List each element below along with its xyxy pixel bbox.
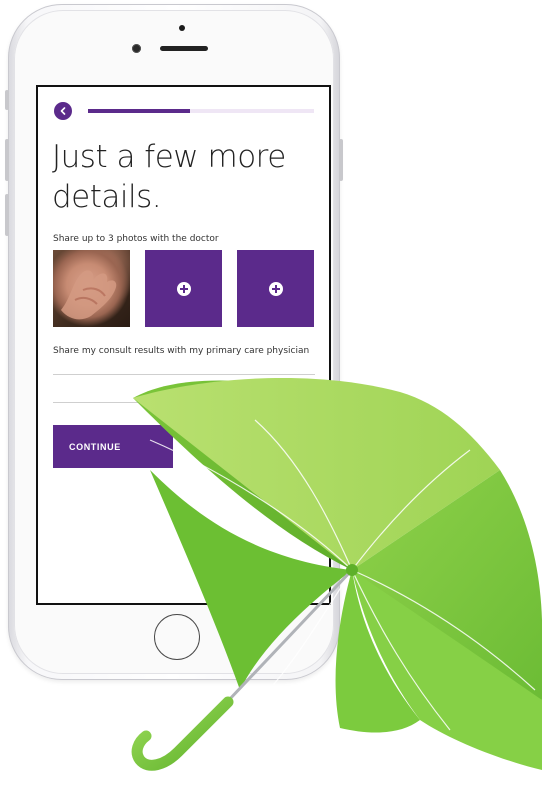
phone-power-button: [339, 139, 343, 181]
page-title: Just a few more details.: [52, 137, 312, 217]
earpiece-speaker: [160, 46, 208, 51]
add-photo-button-2[interactable]: [237, 250, 314, 327]
hand-image: [61, 270, 117, 320]
phone-screen: Just a few more details. Share up to 3 p…: [36, 85, 331, 605]
chevron-down-icon: [297, 382, 309, 389]
uploaded-photo-hand[interactable]: [53, 250, 130, 327]
progress-bar-fill: [88, 109, 190, 113]
continue-button[interactable]: CONTINUE: [53, 425, 173, 468]
umbrella-canopy-panel-right: [352, 470, 542, 700]
progress-bar: [88, 109, 314, 113]
chevron-left-icon: [60, 107, 66, 115]
plus-circle-icon: [176, 281, 191, 296]
physician-select[interactable]: [53, 374, 315, 403]
phone-device: Just a few more details. Share up to 3 p…: [5, 4, 343, 680]
plus-circle-icon: [268, 281, 283, 296]
add-photo-button-1[interactable]: [145, 250, 222, 327]
page-title-line-2: details.: [52, 179, 162, 215]
home-button[interactable]: [154, 614, 200, 660]
umbrella-canopy-underside-right: [352, 570, 542, 770]
phone-volume-up: [5, 139, 9, 181]
umbrella-handle: [131, 696, 234, 771]
front-camera-icon: [132, 44, 141, 53]
umbrella-runner: [346, 564, 358, 576]
proximity-sensor: [179, 25, 185, 31]
page-title-line-1: Just a few more: [52, 139, 286, 175]
photos-label: Share up to 3 photos with the doctor: [53, 234, 219, 244]
physician-label: Share my consult results with my primary…: [53, 346, 310, 356]
phone-volume-down: [5, 194, 9, 236]
umbrella-canopy-underside-mid: [335, 570, 420, 733]
back-button[interactable]: [54, 102, 72, 120]
phone-side-button: [5, 90, 9, 110]
